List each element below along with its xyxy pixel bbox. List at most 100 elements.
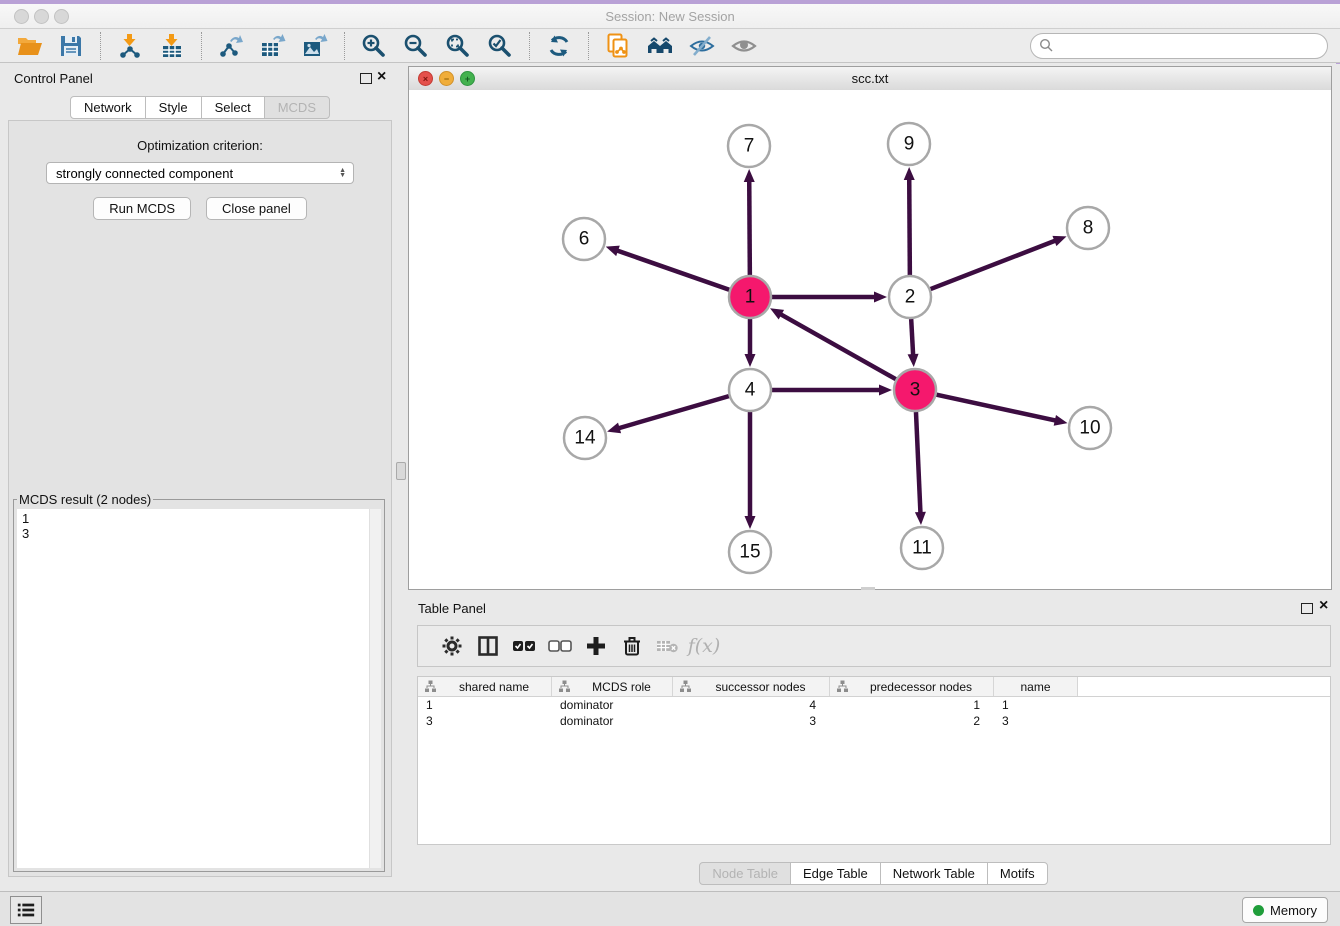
table-row[interactable]: 3dominator323 [418, 713, 1330, 729]
select-all-icon[interactable] [506, 631, 542, 661]
tab-node-table[interactable]: Node Table [699, 862, 791, 885]
memory-status-icon [1253, 905, 1264, 916]
network-window-titlebar[interactable]: × − + scc.txt [409, 67, 1331, 91]
toolbar-separator [201, 32, 202, 60]
optimization-criterion-label: Optimization criterion: [9, 138, 391, 153]
toolbar-separator [344, 32, 345, 60]
search-field[interactable] [1030, 33, 1328, 59]
table-cell: dominator [552, 697, 673, 713]
zoom-fit-icon[interactable] [443, 31, 473, 61]
table-float-icon[interactable] [1301, 603, 1313, 614]
table-cell: 3 [673, 713, 830, 729]
toolbar-separator [100, 32, 101, 60]
attribute-icon [558, 680, 571, 693]
memory-button[interactable]: Memory [1242, 897, 1328, 923]
search-icon [1039, 38, 1054, 53]
table-tabs: Node Table Edge Table Network Table Moti… [408, 862, 1340, 885]
column-header-predecessor-nodes[interactable]: predecessor nodes [830, 677, 994, 696]
column-header-successor-nodes[interactable]: successor nodes [673, 677, 830, 696]
column-header-name[interactable]: name [994, 677, 1078, 696]
run-mcds-button[interactable]: Run MCDS [93, 197, 191, 220]
zoom-in-icon[interactable] [359, 31, 389, 61]
table-close-icon[interactable]: × [1319, 597, 1328, 615]
table-cell: 1 [418, 697, 552, 713]
status-bar: Memory [0, 891, 1340, 926]
function-builder-icon: f(x) [686, 631, 722, 661]
application-window: Session: New Session [0, 0, 1340, 926]
save-icon[interactable] [56, 31, 86, 61]
node-table[interactable]: shared name MCDS role successor nodes pr… [417, 676, 1331, 845]
attribute-icon [424, 680, 437, 693]
graph-node-label: 2 [905, 287, 916, 308]
columns-icon[interactable] [470, 631, 506, 661]
refresh-icon[interactable] [544, 31, 574, 61]
mcds-result-text[interactable]: 1 3 [17, 509, 381, 868]
zoom-selected-icon[interactable] [485, 31, 515, 61]
table-panel: Table Panel × [408, 595, 1340, 887]
dropdown-stepper-icon: ▲▼ [339, 168, 353, 178]
close-panel-button[interactable]: Close panel [206, 197, 307, 220]
clone-network-icon[interactable] [603, 31, 633, 61]
table-row[interactable]: 1dominator411 [418, 697, 1330, 713]
open-folder-icon[interactable] [14, 31, 44, 61]
zoom-out-icon[interactable] [401, 31, 431, 61]
task-history-button[interactable] [10, 896, 42, 924]
import-network-icon[interactable] [115, 31, 145, 61]
control-panel-header: Control Panel × [0, 66, 400, 92]
add-icon[interactable] [578, 631, 614, 661]
toolbar-separator [588, 32, 589, 60]
tab-select[interactable]: Select [201, 96, 265, 119]
graph-node-label: 9 [904, 134, 915, 155]
toolbar-separator [529, 32, 530, 60]
table-cell: 2 [830, 713, 994, 729]
control-panel-title: Control Panel [14, 71, 93, 86]
table-cell: 3 [418, 713, 552, 729]
close-panel-icon[interactable]: × [377, 68, 386, 86]
export-image-icon[interactable] [300, 31, 330, 61]
mcds-result-scrollbar[interactable] [369, 509, 381, 868]
search-input[interactable] [1054, 37, 1327, 54]
table-cell: 4 [673, 697, 830, 713]
tab-edge-table[interactable]: Edge Table [790, 862, 881, 885]
tab-style[interactable]: Style [145, 96, 202, 119]
criterion-dropdown[interactable]: strongly connected component ▲▼ [46, 162, 354, 184]
gear-icon[interactable] [434, 631, 470, 661]
table-cell: 1 [994, 697, 1078, 713]
graph-node-label: 15 [739, 542, 760, 563]
network-graph[interactable]: 7968124314101511 [409, 90, 1331, 589]
memory-label: Memory [1270, 903, 1317, 918]
export-table-icon[interactable] [258, 31, 288, 61]
list-icon [16, 901, 36, 919]
delete-table-icon [650, 631, 686, 661]
float-panel-icon[interactable] [360, 73, 372, 84]
first-neighbors-icon[interactable] [645, 31, 675, 61]
network-canvas[interactable]: 7968124314101511 [409, 90, 1331, 589]
table-panel-title: Table Panel [418, 601, 486, 616]
tab-network-table[interactable]: Network Table [880, 862, 988, 885]
table-toolbar: f(x) [417, 625, 1331, 667]
tab-network[interactable]: Network [70, 96, 146, 119]
column-header-shared-name[interactable]: shared name [418, 677, 552, 696]
mcds-panel: Optimization criterion: strongly connect… [8, 120, 392, 877]
export-network-icon[interactable] [216, 31, 246, 61]
mcds-result-title: MCDS result (2 nodes) [17, 492, 153, 507]
hide-icon[interactable] [687, 31, 717, 61]
graph-node-label: 11 [912, 538, 932, 559]
network-window-grip[interactable] [861, 587, 875, 590]
show-icon[interactable] [729, 31, 759, 61]
deselect-all-icon[interactable] [542, 631, 578, 661]
graph-node-label: 10 [1079, 418, 1100, 439]
tab-mcds[interactable]: MCDS [264, 96, 330, 119]
import-table-icon[interactable] [157, 31, 187, 61]
table-cell: dominator [552, 713, 673, 729]
tab-motifs[interactable]: Motifs [987, 862, 1048, 885]
graph-node-label: 6 [579, 229, 590, 250]
table-cell: 1 [830, 697, 994, 713]
graph-node-label: 1 [745, 287, 756, 308]
panel-splitter-handle[interactable] [396, 462, 406, 480]
trash-icon[interactable] [614, 631, 650, 661]
mcds-result-group: MCDS result (2 nodes) 1 3 [13, 492, 385, 872]
network-window-title: scc.txt [409, 71, 1331, 86]
graph-node-label: 3 [910, 380, 921, 401]
column-header-mcds-role[interactable]: MCDS role [552, 677, 673, 696]
